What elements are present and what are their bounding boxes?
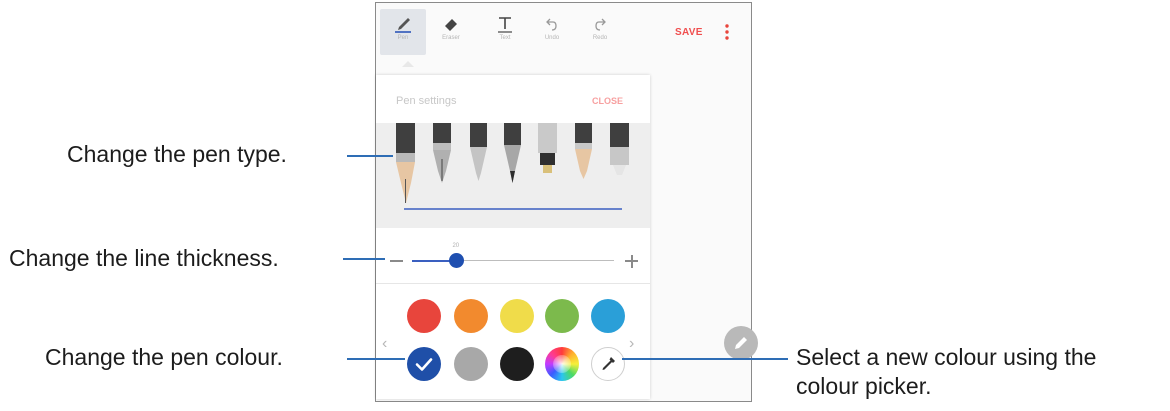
pen-fountain[interactable]: [396, 123, 415, 203]
pen-tool-button[interactable]: Pen: [380, 9, 426, 55]
more-vertical-icon[interactable]: [724, 23, 730, 41]
colour-palette: ‹ ›: [376, 291, 650, 396]
eyedropper-icon: [602, 357, 615, 370]
colour-swatch-red[interactable]: [407, 299, 441, 333]
panel-pointer: [402, 61, 414, 67]
eraser-tool-label: Eraser: [442, 35, 460, 41]
thickness-value: 20: [452, 243, 460, 249]
callout-pen-colour: Change the pen colour.: [45, 344, 283, 370]
eraser-tool-button[interactable]: Eraser: [428, 9, 474, 55]
colour-swatch-green[interactable]: [545, 299, 579, 333]
redo-label: Redo: [592, 35, 608, 41]
pen-type-selector: [376, 123, 650, 228]
colour-swatch-blue[interactable]: [591, 299, 625, 333]
plus-icon-vertical: [630, 254, 633, 268]
undo-button[interactable]: Undo: [529, 9, 575, 55]
pen-icon: [395, 18, 411, 33]
colour-swatch-black[interactable]: [500, 347, 534, 381]
pen-ballpoint[interactable]: [470, 123, 487, 181]
callout-line-colour-picker: [622, 358, 788, 360]
divider: [376, 283, 650, 284]
undo-icon: [546, 18, 557, 31]
checkmark-icon: [415, 358, 433, 371]
pen-tool-label: Pen: [397, 35, 409, 41]
minus-icon[interactable]: [390, 260, 403, 262]
callout-line-pen-colour: [347, 358, 405, 360]
pen-types: [396, 123, 629, 210]
colour-swatch-yellow[interactable]: [500, 299, 534, 333]
text-tool-button[interactable]: Text: [482, 9, 528, 55]
undo-label: Undo: [544, 35, 560, 41]
pen-brush[interactable]: [575, 123, 592, 179]
colour-picker-button[interactable]: [591, 347, 625, 381]
redo-icon: [595, 18, 606, 31]
colour-swatch-navy-selected[interactable]: [407, 347, 441, 381]
pen-calligraphy[interactable]: [433, 123, 451, 183]
eraser-icon: [445, 19, 457, 31]
floating-pen-button[interactable]: [724, 326, 758, 360]
colour-swatch-grey[interactable]: [454, 347, 488, 381]
callout-colour-picker-line2: colour picker.: [796, 373, 932, 399]
pen-highlighter[interactable]: [610, 123, 629, 175]
thickness-slider-row: 20: [376, 243, 650, 279]
callout-pen-type: Change the pen type.: [67, 141, 287, 167]
pen-marker[interactable]: [538, 123, 557, 173]
colour-swatch-orange[interactable]: [454, 299, 488, 333]
drawing-toolbar: Pen Eraser Text Undo Redo SAVE: [376, 3, 751, 59]
close-button[interactable]: CLOSE: [592, 96, 623, 106]
panel-title: Pen settings: [396, 95, 457, 107]
phone-screen: Pen Eraser Text Undo Redo SAVE Pen setti…: [375, 2, 758, 402]
save-button[interactable]: SAVE: [675, 27, 703, 38]
thickness-slider-thumb[interactable]: [448, 253, 464, 268]
text-icon: [498, 17, 512, 33]
pen-icon: [735, 337, 747, 349]
redo-button[interactable]: Redo: [577, 9, 623, 55]
callout-line-pen-type: [347, 155, 393, 157]
pen-settings-panel: Pen settings CLOSE 20 ‹ ›: [376, 75, 650, 399]
chevron-right-icon[interactable]: ›: [629, 335, 634, 353]
callout-thickness: Change the line thickness.: [9, 245, 279, 271]
callout-line-thickness: [343, 258, 385, 260]
colour-wheel-icon[interactable]: [545, 347, 579, 381]
pen-pencil[interactable]: [504, 123, 521, 183]
text-tool-label: Text: [499, 35, 511, 41]
callout-colour-picker-line1: Select a new colour using the: [796, 344, 1097, 370]
chevron-left-icon[interactable]: ‹: [382, 335, 387, 353]
